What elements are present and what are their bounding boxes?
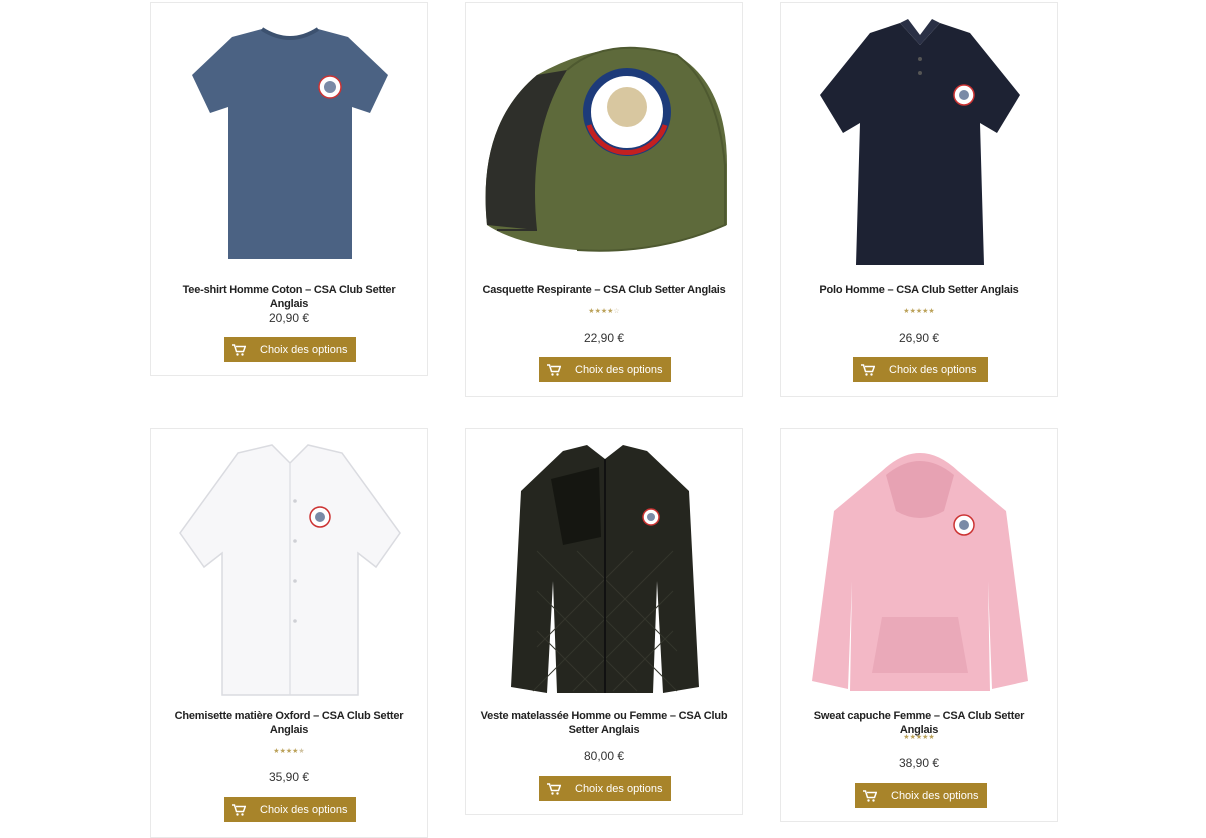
shopping-cart-icon [232, 803, 246, 816]
product-card[interactable]: Tee-shirt Homme Coton – CSA Club Setter … [150, 2, 428, 376]
product-image-hoodie[interactable] [792, 441, 1048, 697]
star-rating: ★★★★★ [903, 734, 935, 741]
product-image-shirt[interactable] [162, 441, 418, 697]
choose-options-button[interactable]: Choix des options [539, 776, 671, 801]
product-image-polo[interactable] [792, 15, 1048, 271]
product-card[interactable]: Chemisette matière Oxford – CSA Club Set… [150, 428, 428, 838]
product-card[interactable]: Sweat capuche Femme – CSA Club Setter An… [780, 428, 1058, 822]
product-image-cap[interactable] [477, 15, 733, 271]
shopping-cart-icon [861, 363, 875, 376]
choose-options-button[interactable]: Choix des options [853, 357, 988, 382]
choose-options-button[interactable]: Choix des options [224, 337, 356, 362]
product-title[interactable]: Chemisette matière Oxford – CSA Club Set… [165, 709, 413, 737]
star-rating: ★★★★★ [903, 308, 935, 315]
choose-options-button[interactable]: Choix des options [539, 357, 671, 382]
shopping-cart-icon [547, 782, 561, 795]
product-image-tshirt[interactable] [162, 15, 418, 271]
product-price: 26,90 € [898, 331, 940, 345]
product-price: 20,90 € [268, 311, 310, 325]
product-price: 22,90 € [583, 331, 625, 345]
product-title[interactable]: Veste matelassée Homme ou Femme – CSA Cl… [480, 709, 728, 737]
product-card[interactable]: Casquette Respirante – CSA Club Setter A… [465, 2, 743, 397]
shopping-cart-icon [547, 363, 561, 376]
product-card[interactable]: Veste matelassée Homme ou Femme – CSA Cl… [465, 428, 743, 815]
shopping-cart-icon [863, 789, 877, 802]
product-price: 38,90 € [898, 756, 940, 770]
product-title[interactable]: Polo Homme – CSA Club Setter Anglais [795, 283, 1043, 297]
choose-options-button[interactable]: Choix des options [855, 783, 987, 808]
star-rating: ★★★★☆ [588, 308, 620, 315]
product-title[interactable]: Sweat capuche Femme – CSA Club Setter An… [795, 709, 1043, 737]
product-image-jacket[interactable] [477, 441, 733, 697]
shopping-cart-icon [232, 343, 246, 356]
choose-options-button[interactable]: Choix des options [224, 797, 356, 822]
product-title[interactable]: Tee-shirt Homme Coton – CSA Club Setter … [165, 283, 413, 311]
product-card[interactable]: Polo Homme – CSA Club Setter Anglais ★★★… [780, 2, 1058, 397]
star-rating: ★★★★★ [273, 748, 305, 755]
product-price: 35,90 € [268, 770, 310, 784]
product-title[interactable]: Casquette Respirante – CSA Club Setter A… [480, 283, 728, 297]
product-price: 80,00 € [583, 749, 625, 763]
